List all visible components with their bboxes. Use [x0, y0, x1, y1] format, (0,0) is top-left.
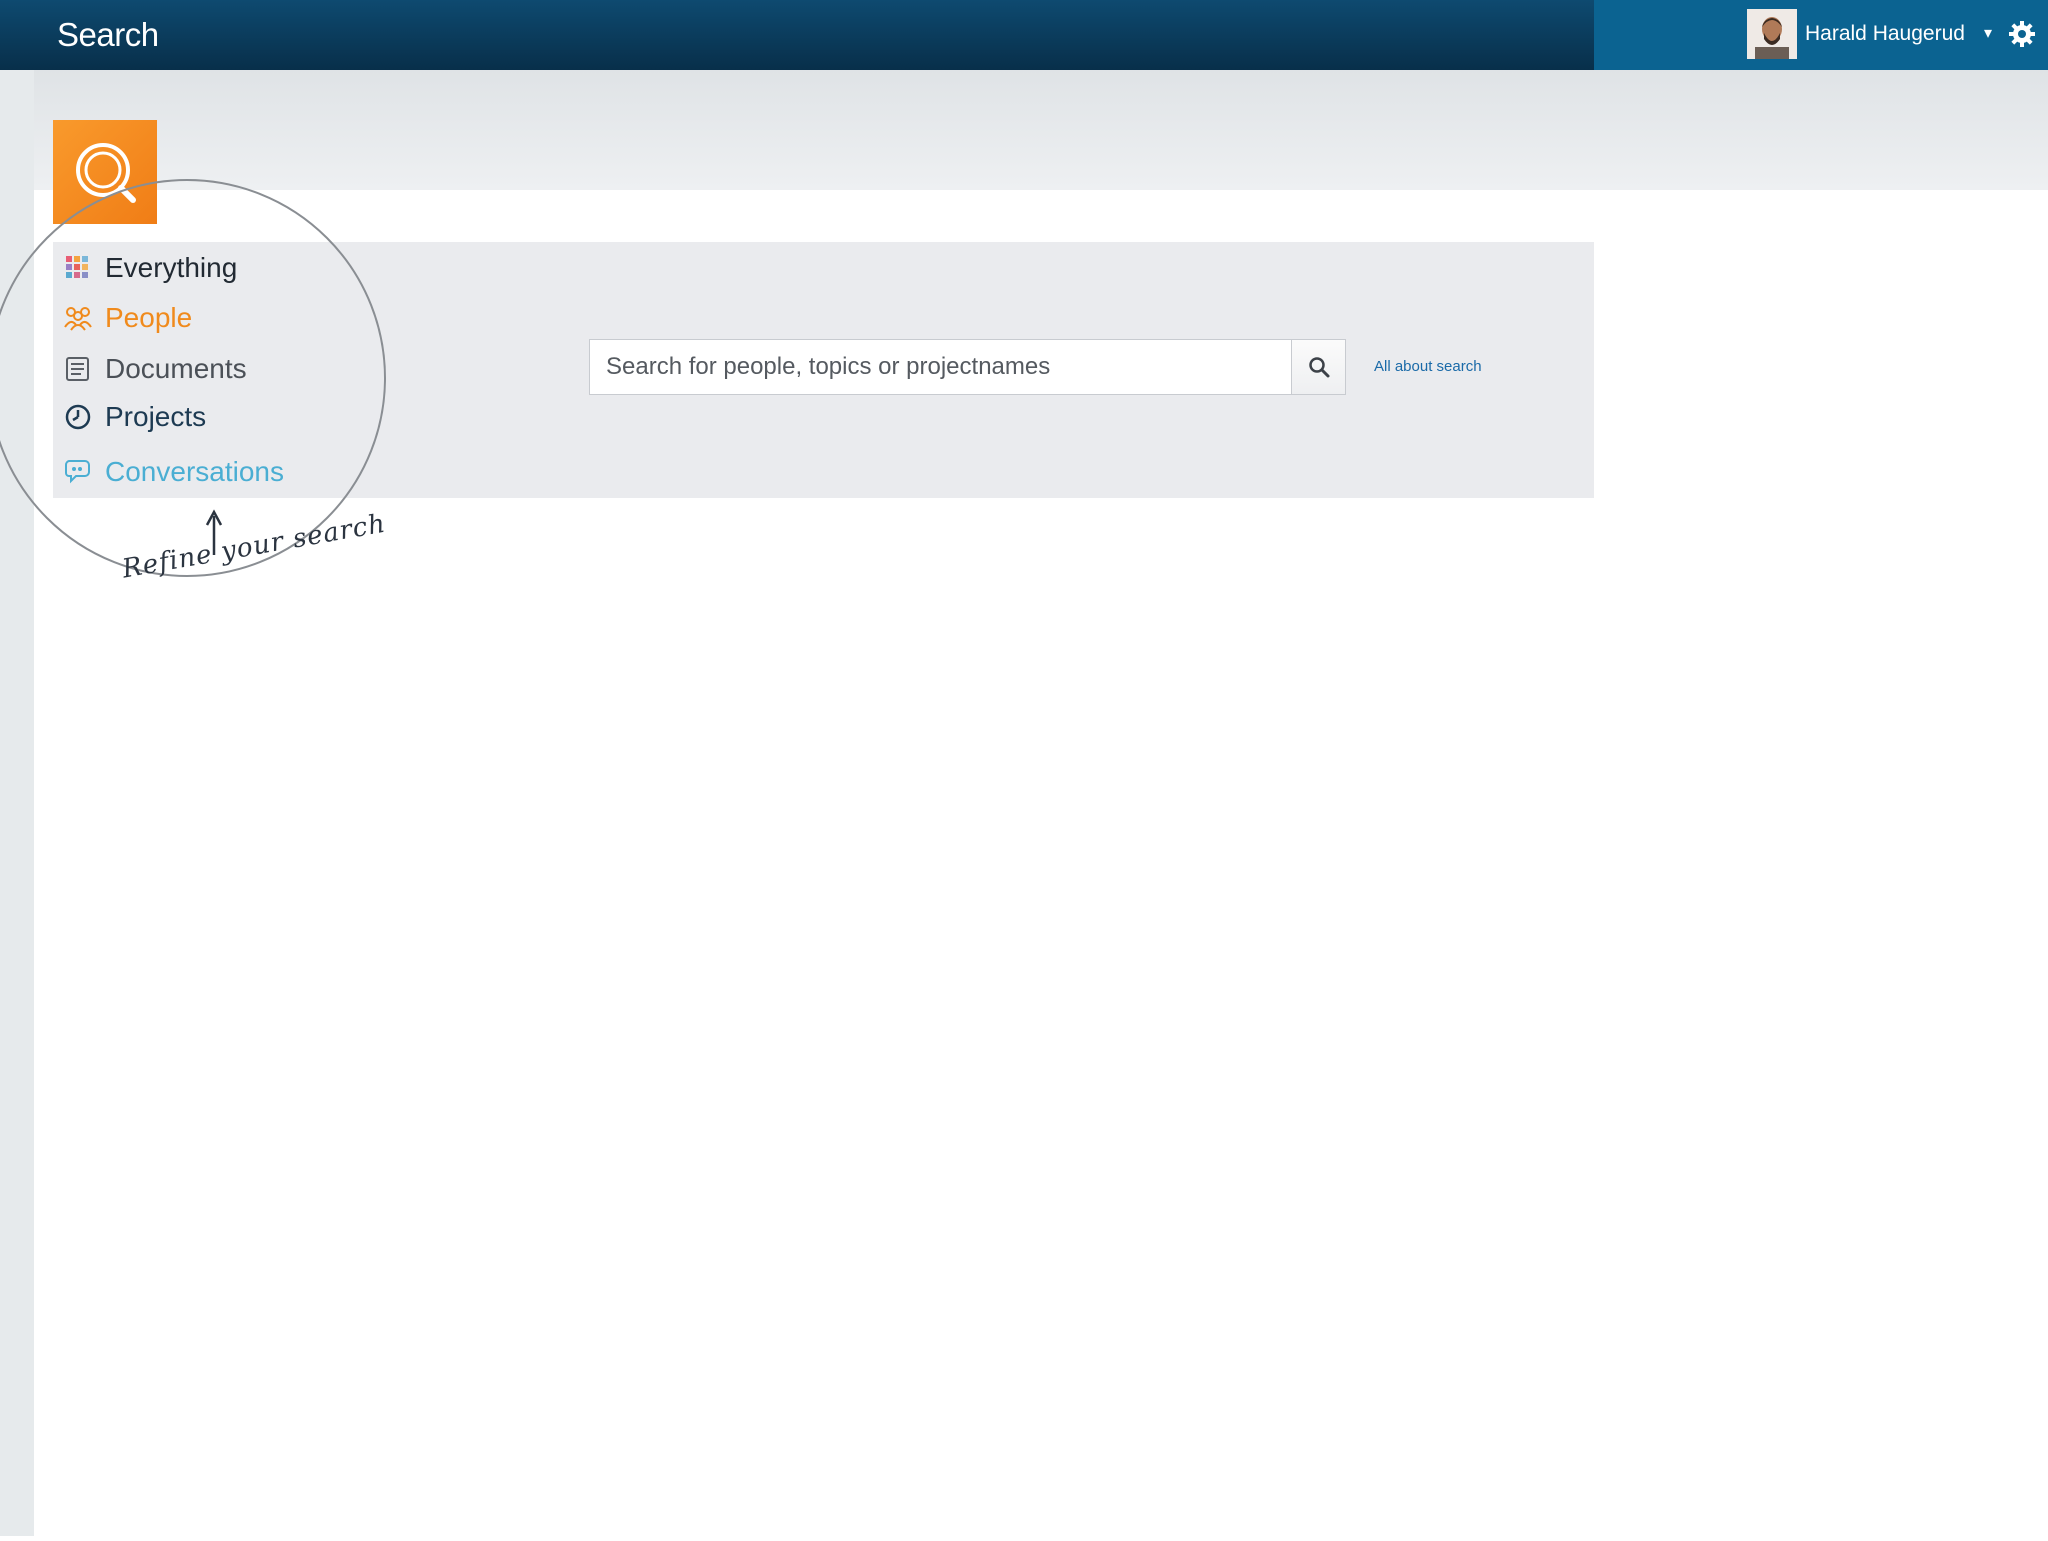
all-about-search-link[interactable]: All about search: [1374, 358, 1482, 375]
category-label: Everything: [105, 252, 238, 283]
document-icon: [63, 354, 93, 384]
user-menu[interactable]: Harald Haugerud ▾: [1594, 0, 2048, 70]
category-everything[interactable]: Everything: [63, 248, 237, 288]
category-people[interactable]: People: [63, 298, 192, 338]
search-logo: [53, 120, 157, 224]
top-bar: Search Harald Haugerud ▾: [0, 0, 2048, 70]
search-button[interactable]: [1291, 340, 1345, 394]
category-projects[interactable]: Projects: [63, 397, 206, 437]
user-name[interactable]: Harald Haugerud: [1805, 22, 1965, 46]
magnifier-icon: [1308, 357, 1329, 378]
chevron-down-icon[interactable]: ▾: [1984, 23, 1992, 43]
grid-icon: [63, 253, 93, 283]
avatar[interactable]: [1747, 9, 1797, 59]
category-documents[interactable]: Documents: [63, 349, 247, 389]
category-conversations[interactable]: Conversations: [63, 452, 284, 492]
category-label: People: [105, 302, 193, 333]
category-label: Projects: [105, 401, 207, 432]
clock-icon: [63, 402, 93, 432]
left-strip: [0, 70, 34, 1536]
category-label: Conversations: [105, 456, 284, 487]
search-panel: Everything People Documents Projects Con…: [53, 242, 1594, 498]
search-box: [589, 339, 1346, 395]
conversation-icon: [63, 457, 93, 487]
search-icon: [76, 143, 136, 203]
search-input[interactable]: [590, 340, 1293, 394]
gear-icon[interactable]: [2008, 20, 2036, 48]
app-title: Search: [57, 16, 159, 53]
people-icon: [63, 303, 93, 333]
category-label: Documents: [105, 353, 247, 384]
header-band: [0, 70, 2048, 190]
